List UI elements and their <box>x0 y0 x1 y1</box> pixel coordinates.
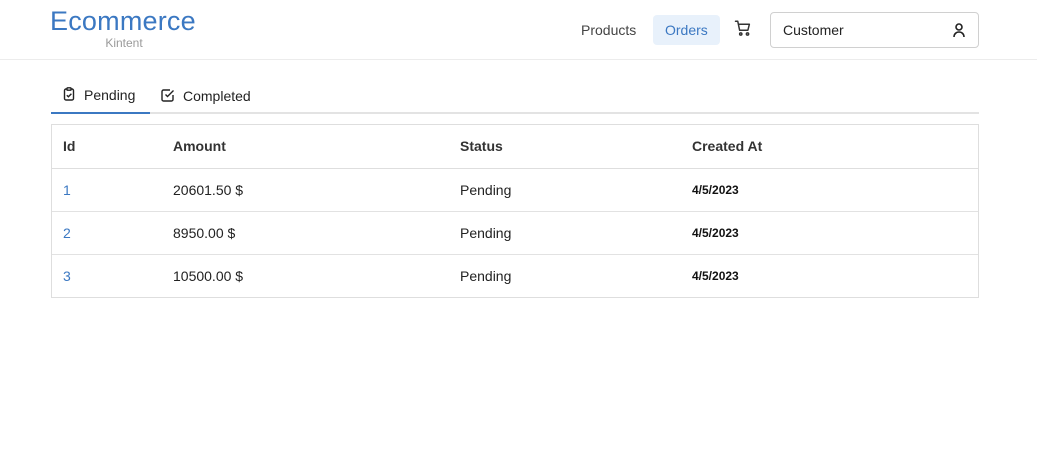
order-amount: 8950.00 $ <box>162 211 449 255</box>
order-created-at: 4/5/2023 <box>681 211 978 255</box>
order-amount: 10500.00 $ <box>173 267 244 284</box>
header-id[interactable]: Id <box>52 125 162 169</box>
order-created-at: 4/5/2023 <box>692 268 739 283</box>
order-id-link[interactable]: 3 <box>63 268 71 284</box>
order-tabs: Pending Completed <box>51 78 979 114</box>
brand-title: Ecommerce <box>50 6 196 36</box>
order-status: Pending <box>449 168 681 212</box>
user-icon <box>952 22 968 40</box>
account-dropdown[interactable]: Customer <box>770 12 979 48</box>
nav-orders-link[interactable]: Orders <box>653 15 720 45</box>
cart-icon[interactable] <box>734 19 756 41</box>
table-header-row: Id Amount Status Created At <box>52 125 978 169</box>
orders-table: Id Amount Status Created At 1 20601.50 $… <box>51 124 979 298</box>
brand-subtitle: Kintent <box>105 36 143 50</box>
header-status[interactable]: Status <box>449 125 681 169</box>
top-navbar: Ecommerce Kintent Products Orders Custom… <box>0 0 1037 60</box>
account-label: Customer <box>783 22 844 38</box>
nav-products-link[interactable]: Products <box>569 15 648 45</box>
table-row: 1 20601.50 $ Pending 4/5/2023 <box>52 168 978 212</box>
order-status: Pending <box>449 211 681 255</box>
tab-pending[interactable]: Pending <box>51 78 150 114</box>
order-id-link[interactable]: 1 <box>63 182 71 198</box>
order-status: Pending <box>460 267 512 284</box>
clipboard-icon <box>62 86 84 104</box>
header-amount[interactable]: Amount <box>162 125 449 169</box>
tab-pending-label: Pending <box>84 87 136 103</box>
checkbox-icon <box>161 88 183 105</box>
brand-logo-link[interactable]: Ecommerce Kintent <box>50 6 200 50</box>
order-id-link[interactable]: 2 <box>63 225 71 241</box>
tab-completed[interactable]: Completed <box>150 78 270 114</box>
table-row: 2 8950.00 $ Pending 4/5/2023 <box>52 211 978 255</box>
order-created-at: 4/5/2023 <box>681 168 978 212</box>
header-created-at[interactable]: Created At <box>681 125 978 169</box>
table-row: 3 10500.00 $ Pending 4/5/2023 <box>52 254 978 297</box>
tab-completed-label: Completed <box>183 88 251 104</box>
order-amount: 20601.50 $ <box>162 168 449 212</box>
